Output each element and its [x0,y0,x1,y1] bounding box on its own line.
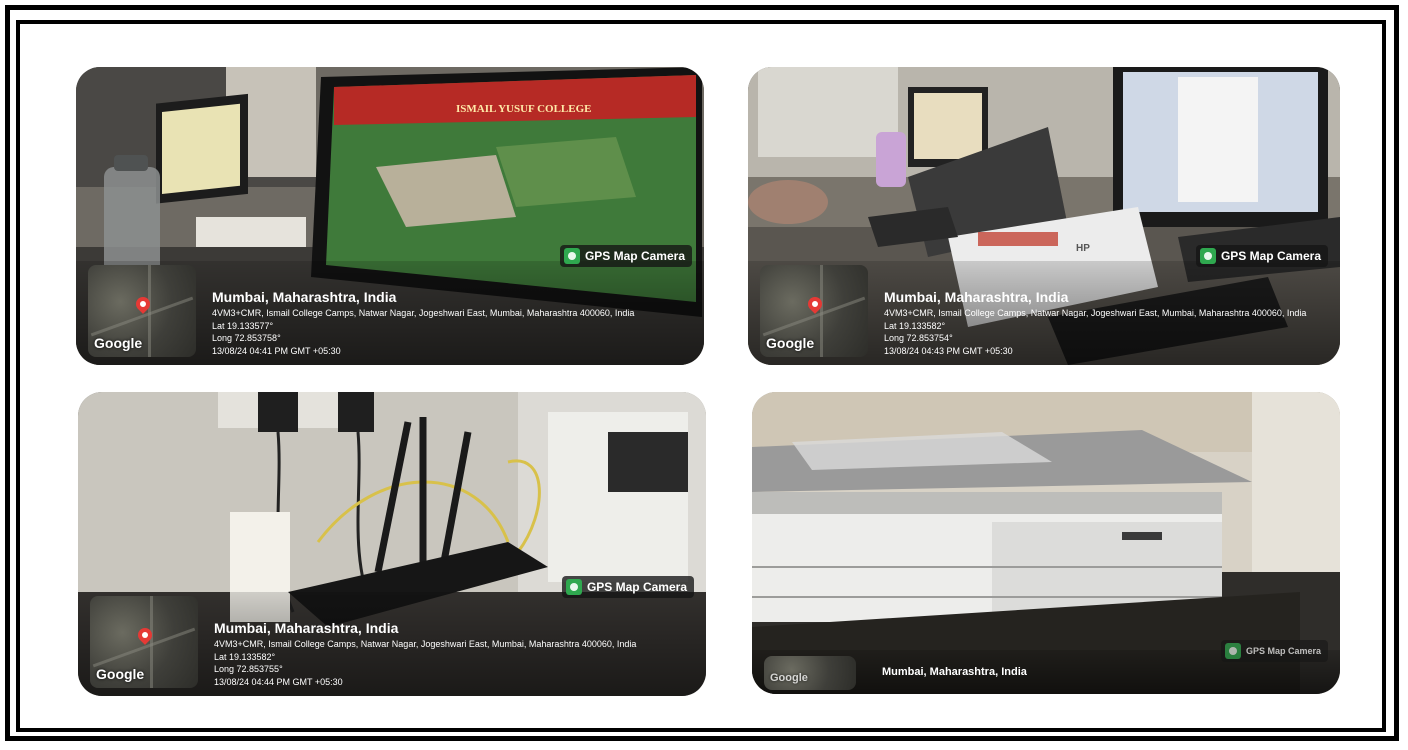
gps-map-camera-badge: GPS Map Camera [1220,640,1328,662]
longitude: Long 72.853758° [212,333,281,343]
timestamp: 13/08/24 04:43 PM GMT +05:30 [884,345,1013,356]
photo-router: GPS Map Camera Google Mumbai, Maharashtr… [78,392,706,696]
google-label: Google [96,666,145,682]
location-city: Mumbai, Maharashtra, India [884,289,1069,305]
location-city: Mumbai, Maharashtra, India [882,666,1027,678]
gps-camera-icon [1224,643,1241,659]
longitude: Long 72.853754° [884,333,953,343]
gps-camera-icon [1199,248,1216,264]
map-thumbnail: Google [90,596,198,688]
gps-badge-label: GPS Map Camera [586,580,687,594]
latitude: Lat 19.133582° [884,320,946,331]
photo-scanner: HP GPS Map Camera Google Mumbai, Maharas… [748,67,1340,365]
google-label: Google [770,672,808,684]
timestamp: 13/08/24 04:44 PM GMT +05:30 [214,676,343,687]
gps-badge-label: GPS Map Camera [584,249,685,263]
map-thumbnail: Google [88,265,196,357]
location-address: 4VM3+CMR, Ismail College Camps, Natwar N… [214,639,637,649]
gps-map-camera-badge: GPS Map Camera [561,576,694,598]
location-city: Mumbai, Maharashtra, India [212,289,397,305]
location-address: 4VM3+CMR, Ismail College Camps, Natwar N… [884,308,1307,318]
location-address: 4VM3+CMR, Ismail College Camps, Natwar N… [212,308,635,318]
timestamp: 13/08/24 04:41 PM GMT +05:30 [212,345,341,356]
gps-map-camera-badge: GPS Map Camera [1195,245,1328,267]
geotag-info: Mumbai, Maharashtra, India [882,666,1326,680]
geotag-info: Mumbai, Maharashtra, India 4VM3+CMR, Ism… [884,289,1326,357]
latitude: Lat 19.133582° [214,651,276,662]
longitude: Long 72.853755° [214,664,283,674]
google-label: Google [94,335,143,351]
gps-camera-icon [563,248,580,264]
geotag-info: Mumbai, Maharashtra, India 4VM3+CMR, Ism… [212,289,690,357]
photo-photocopier: GPS Map Camera Google Mumbai, Maharashtr… [752,392,1340,694]
scanner-brand-text: HP [1076,243,1090,254]
map-thumbnail: Google [760,265,868,357]
gps-badge-label: GPS Map Camera [1245,646,1321,656]
map-thumbnail: Google [764,656,856,690]
latitude: Lat 19.133577° [212,320,274,331]
gps-camera-icon [565,579,582,595]
google-label: Google [766,335,815,351]
gps-badge-label: GPS Map Camera [1220,249,1321,263]
photo-computer-website: ISMAIL YUSUF COLLEGE GPS Map Camera Goog… [76,67,704,365]
geotag-info: Mumbai, Maharashtra, India 4VM3+CMR, Ism… [214,620,692,688]
location-city: Mumbai, Maharashtra, India [214,620,399,636]
college-name-text: ISMAIL YUSUF COLLEGE [456,103,592,115]
gps-map-camera-badge: GPS Map Camera [559,245,692,267]
